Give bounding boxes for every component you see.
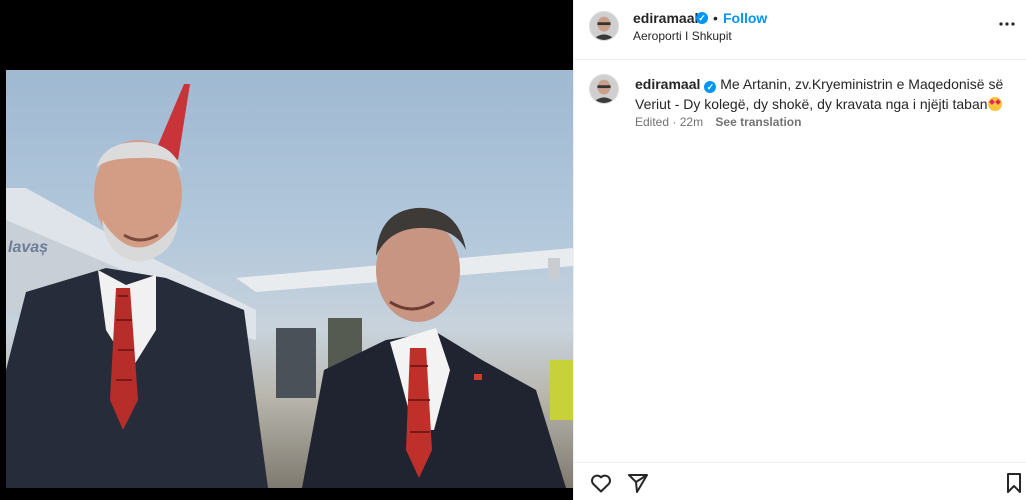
caption-username[interactable]: ediramaal [635,76,700,92]
edited-label: Edited [635,115,670,129]
avatar-image [590,12,618,40]
caption-text: ediramaal ✓ Me Artanin, zv.Kryeministrin … [635,74,1007,114]
verified-badge-icon: ✓ [704,81,717,93]
separator-dot: • [713,10,718,26]
follow-button[interactable]: Follow [723,10,767,26]
time-separator: · [672,115,677,129]
background-person [276,328,316,398]
star-struck-emoji-icon [987,97,1002,111]
man-left [6,140,268,488]
username[interactable]: ediramaal [633,10,698,26]
action-bar [574,462,1026,500]
post-header: ediramaal ✓ • Follow Aeroporti I Shkupit [574,0,1026,60]
plane-livery: lavaș [8,239,48,256]
post-details-panel: ediramaal ✓ • Follow Aeroporti I Shkupit… [573,0,1026,500]
bookmark-icon[interactable] [1002,471,1026,495]
background-vest [550,360,573,420]
caption-avatar[interactable] [589,74,619,104]
caption-meta: Edited · 22m See translation [635,115,801,129]
wing-engine [548,258,560,280]
post-photo[interactable]: lavaș [6,70,573,488]
photo-illustration: lavaș [6,84,573,488]
verified-badge-icon: ✓ [696,12,708,24]
post-time[interactable]: 22m [680,115,703,129]
see-translation-link[interactable]: See translation [715,115,801,129]
heart-icon[interactable] [589,471,613,495]
post-media-panel: lavaș [0,0,573,500]
paper-plane-icon[interactable] [626,471,650,495]
avatar-image [590,75,618,103]
more-options-icon[interactable] [997,14,1017,34]
avatar[interactable] [589,11,619,41]
location-link[interactable]: Aeroporti I Shkupit [633,29,732,43]
